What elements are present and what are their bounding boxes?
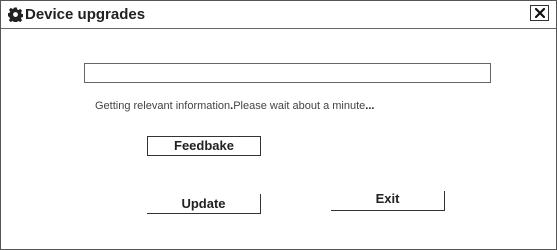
update-button[interactable]: Update — [147, 194, 261, 214]
title-bar: Device upgrades — [1, 1, 556, 29]
status-wait-text: Please wait about a minute — [233, 100, 366, 112]
feedback-button[interactable]: Feedbake — [147, 136, 261, 156]
exit-button[interactable]: Exit — [331, 191, 445, 211]
progress-bar — [84, 63, 491, 83]
status-ellipsis: ... — [365, 100, 375, 112]
window-title: Device upgrades — [25, 6, 146, 23]
device-upgrades-dialog: Device upgrades Getting relevant informa… — [0, 0, 557, 250]
close-button[interactable] — [530, 5, 549, 21]
status-message: Getting relevant information.Please wait… — [95, 99, 374, 113]
status-text: Getting relevant information — [95, 100, 231, 112]
close-icon — [535, 8, 545, 18]
gear-icon — [7, 7, 24, 24]
